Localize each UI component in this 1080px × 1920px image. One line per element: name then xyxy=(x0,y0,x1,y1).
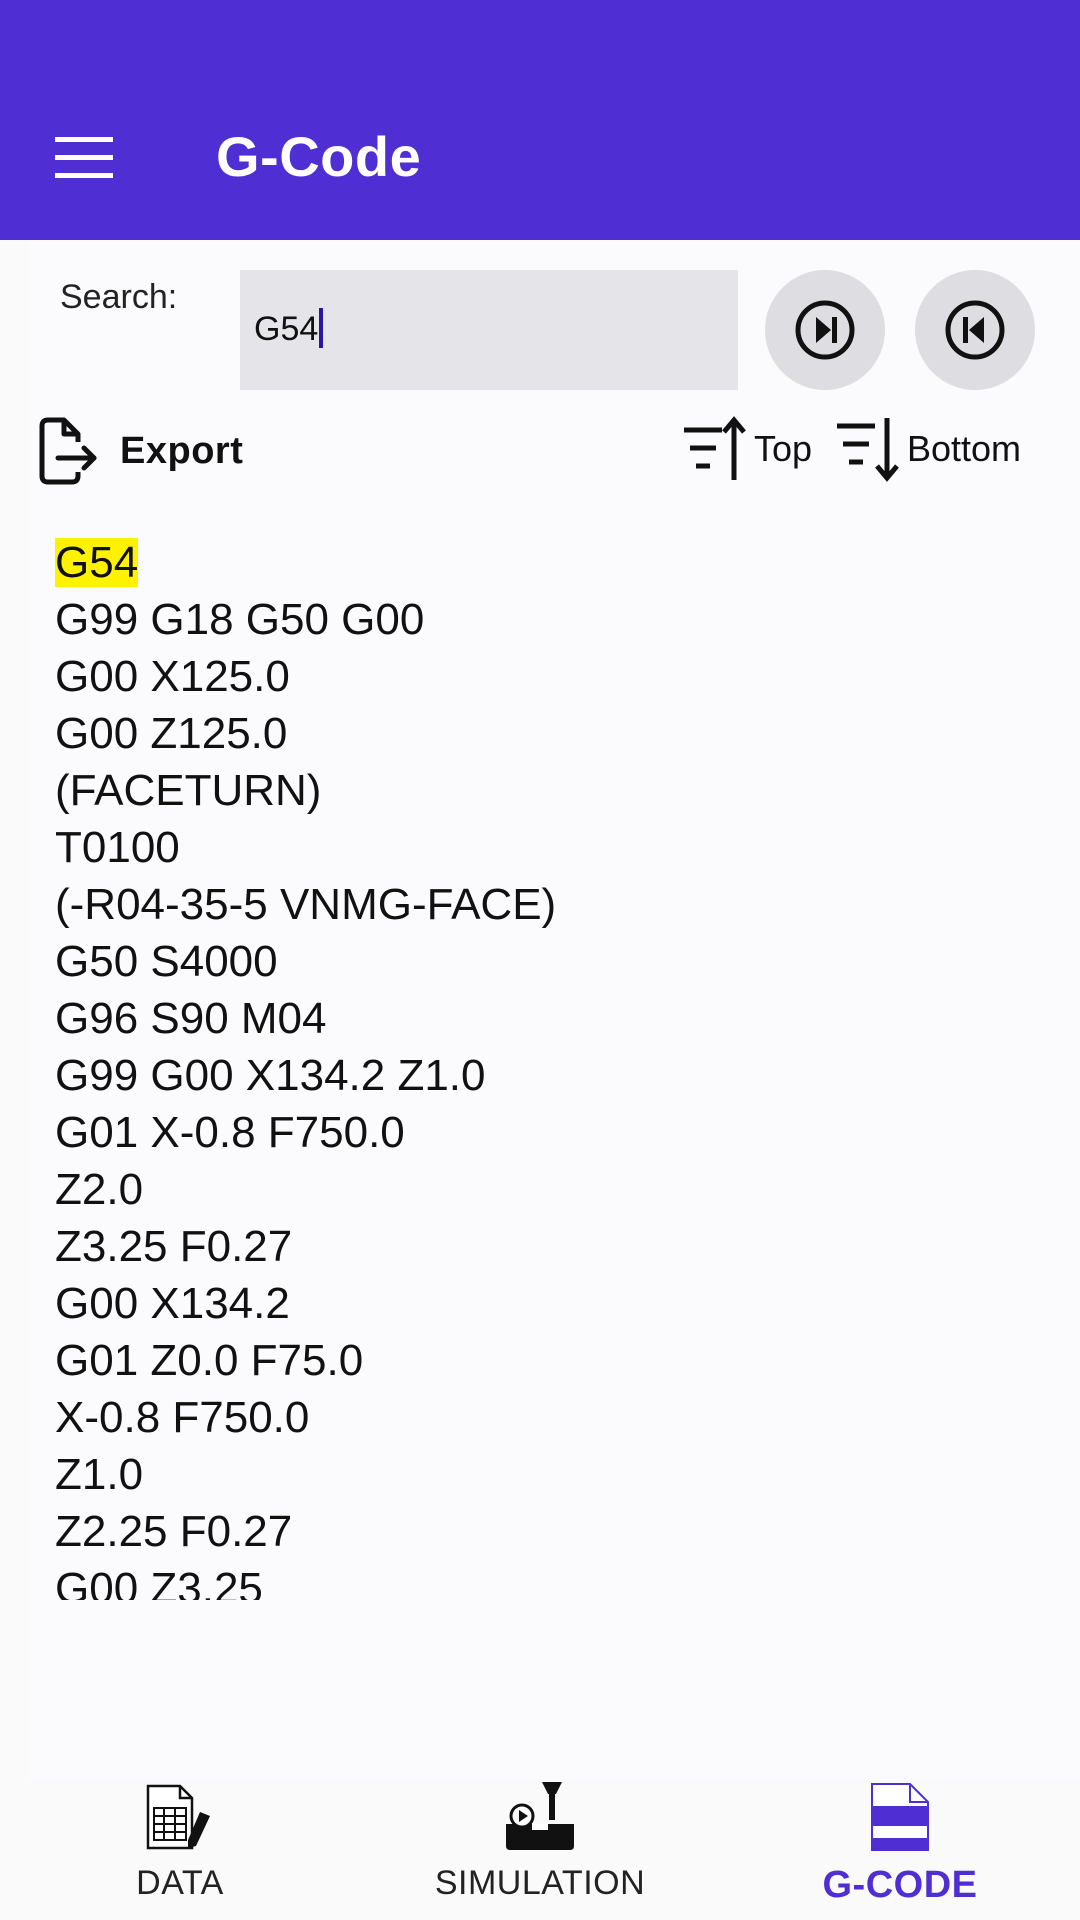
gcode-line: G00 Z3.25 xyxy=(55,1564,263,1600)
nav-icon-wrapper xyxy=(502,1774,578,1852)
search-input[interactable]: G54 xyxy=(240,270,738,390)
gcode-text-view[interactable]: G54 G99 G18 G50 G00 G00 X125.0 G00 Z125.… xyxy=(55,534,1055,1600)
search-next-button[interactable] xyxy=(765,270,885,390)
sort-up-icon xyxy=(684,416,746,480)
gcode-line: G00 X134.2 xyxy=(55,1279,290,1328)
nav-item-label: DATA xyxy=(136,1864,224,1902)
gcode-line: G54 xyxy=(55,534,1055,591)
scroll-bottom-button[interactable]: Bottom xyxy=(835,412,1021,486)
gcode-line: G99 G18 G50 G00 xyxy=(55,595,425,644)
nav-item-label: SIMULATION xyxy=(434,1864,646,1902)
nav-icon-wrapper xyxy=(142,1774,218,1852)
gcode-line: T0100 xyxy=(55,823,180,872)
gcode-line: G99 G00 X134.2 Z1.0 xyxy=(55,1051,486,1100)
gcode-line: G96 S90 M04 xyxy=(55,994,327,1043)
gcode-line: Z3.25 F0.27 xyxy=(55,1222,293,1271)
file-export-icon xyxy=(39,417,97,485)
gcode-line: G00 Z125.0 xyxy=(55,709,288,758)
lathe-simulation-icon xyxy=(506,1782,574,1850)
app-bar: G-Code xyxy=(0,0,1080,240)
scroll-top-label: Top xyxy=(754,428,813,469)
page-title: G-Code xyxy=(216,125,422,188)
gcode-file-icon xyxy=(871,1783,929,1851)
search-previous-button[interactable] xyxy=(915,270,1035,390)
search-input-value: G54 xyxy=(254,310,319,348)
skip-previous-circle-icon xyxy=(945,300,1005,360)
nav-item-simulation[interactable]: SIMULATION xyxy=(420,1760,660,1920)
skip-next-circle-icon xyxy=(795,300,855,360)
bottom-navigation: DATA SIMULATION G-CODE xyxy=(0,1760,1080,1920)
gcode-line: X-0.8 F750.0 xyxy=(55,1393,310,1442)
scroll-top-button[interactable]: Top xyxy=(682,412,812,486)
gcode-line: Z1.0 xyxy=(55,1450,144,1499)
gcode-line: G50 S4000 xyxy=(55,937,278,986)
nav-item-data[interactable]: DATA xyxy=(90,1760,270,1920)
gcode-line: (-R04-35-5 VNMG-FACE) xyxy=(55,880,557,929)
nav-item-label: G-CODE xyxy=(822,1864,978,1906)
sort-down-icon xyxy=(837,418,899,482)
spreadsheet-edit-icon xyxy=(146,1784,210,1850)
nav-icon-wrapper xyxy=(868,1774,932,1852)
gcode-line: Z2.0 xyxy=(55,1165,144,1214)
gcode-line: Z2.25 F0.27 xyxy=(55,1507,293,1556)
search-match-highlight: G54 xyxy=(55,538,139,587)
gcode-line: G01 Z0.0 F75.0 xyxy=(55,1336,364,1385)
text-caret xyxy=(319,308,324,348)
export-label: Export xyxy=(120,429,244,472)
scroll-bottom-label: Bottom xyxy=(907,428,1022,469)
gcode-line: G00 X125.0 xyxy=(55,652,290,701)
menu-button[interactable] xyxy=(40,118,128,198)
export-button[interactable]: Export xyxy=(36,414,243,488)
gcode-line: (FACETURN) xyxy=(55,766,322,815)
gcode-line: G01 X-0.8 F750.0 xyxy=(55,1108,405,1157)
nav-item-gcode[interactable]: G-CODE xyxy=(810,1760,990,1920)
hamburger-menu-icon xyxy=(55,137,113,178)
search-label: Search: xyxy=(60,278,178,316)
